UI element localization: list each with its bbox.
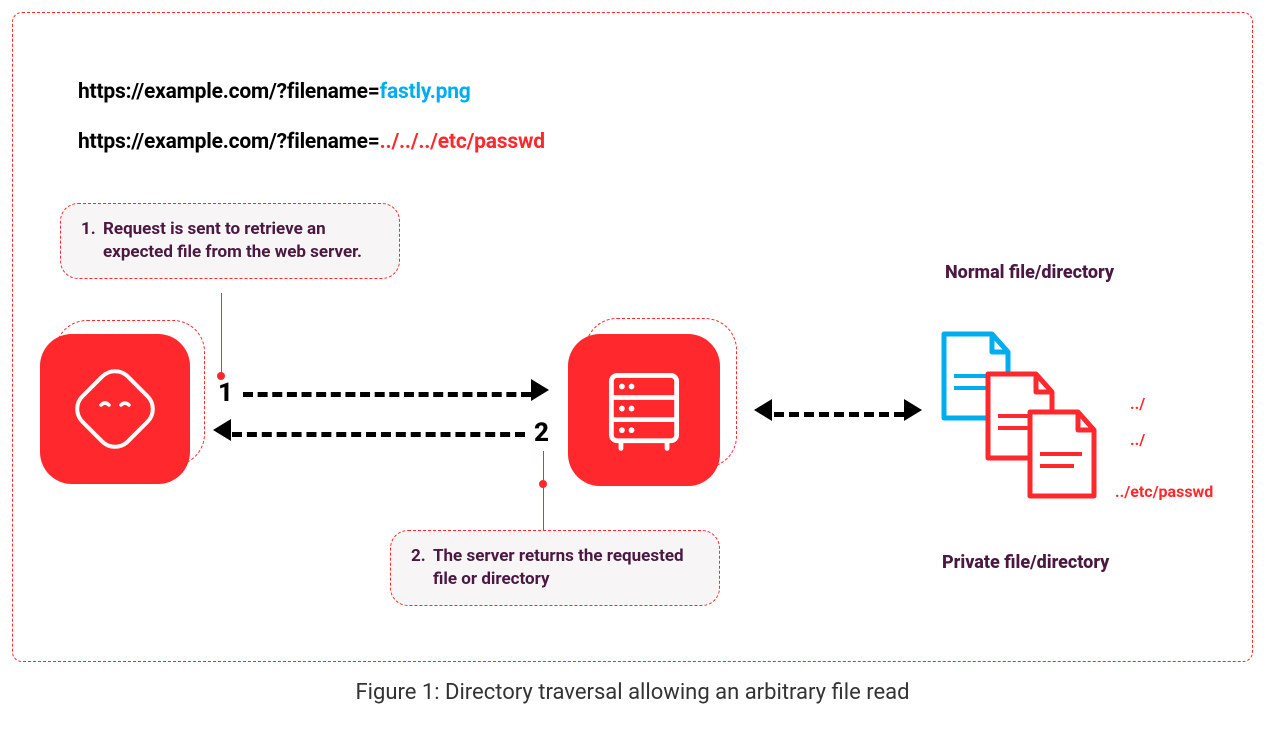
url-examples: https://example.com/?filename=fastly.png…	[78, 80, 545, 180]
url-attack: https://example.com/?filename=../../../e…	[78, 130, 545, 154]
file-path-3: ../etc/passwd	[1115, 482, 1213, 501]
step-1-callout: 1. Request is sent to retrieve an expect…	[60, 203, 400, 279]
marker-1: 1	[218, 378, 233, 408]
step-2-connector	[543, 451, 544, 531]
arrow-2-line	[232, 432, 525, 437]
arrow-2-head	[213, 419, 231, 441]
private-file-label: Private file/directory	[942, 552, 1109, 573]
step-1-text: Request is sent to retrieve an expected …	[103, 218, 377, 264]
figure-caption: Figure 1: Directory traversal allowing a…	[0, 680, 1265, 705]
step-2-connector-dot	[539, 480, 547, 488]
url-param-normal: fastly.png	[380, 80, 471, 104]
url-base: https://example.com/?filename=	[78, 80, 380, 104]
url-base: https://example.com/?filename=	[78, 130, 380, 154]
marker-2: 2	[534, 418, 549, 448]
file-path-2: ../	[1130, 430, 1145, 449]
arrow-3-head-left	[754, 399, 772, 421]
step-2-callout: 2. The server returns the requested file…	[390, 530, 720, 606]
attacker-icon	[40, 334, 190, 484]
file-stack-icon	[930, 326, 1130, 526]
normal-file-label: Normal file/directory	[945, 262, 1114, 283]
url-normal: https://example.com/?filename=fastly.png	[78, 80, 545, 104]
arrow-1-head	[531, 379, 549, 401]
arrow-3-head-right	[904, 399, 922, 421]
url-param-attack: ../../../etc/passwd	[380, 130, 545, 154]
file-path-1: ../	[1130, 394, 1145, 413]
arrow-3-line	[774, 412, 904, 417]
step-1-connector	[221, 293, 222, 378]
step-2-number: 2.	[411, 545, 429, 568]
step-2-text: The server returns the requested file or…	[433, 545, 697, 591]
arrow-1-line	[243, 392, 531, 397]
step-1-number: 1.	[81, 218, 99, 241]
server-icon	[568, 334, 720, 486]
